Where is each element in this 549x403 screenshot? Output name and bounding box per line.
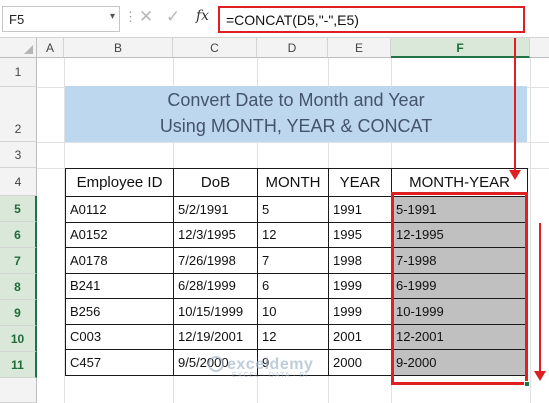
column-header-e[interactable]: E (328, 38, 391, 58)
row-header-10[interactable]: 10 (0, 326, 37, 352)
formula-text: =CONCAT(D5,"-",E5) (226, 12, 359, 28)
cell-year[interactable]: 1998 (328, 247, 392, 274)
column-header-d[interactable]: D (257, 38, 328, 58)
insert-function-button[interactable]: fx (196, 8, 209, 24)
gridline (37, 142, 549, 143)
watermark-name: exceldemy (227, 356, 314, 373)
cell-year[interactable]: 2001 (328, 323, 392, 350)
cell-year[interactable]: 1995 (328, 221, 392, 248)
cell-dob[interactable]: 12/3/1995 (173, 221, 258, 248)
cell-year[interactable]: 2000 (328, 349, 392, 376)
header-year[interactable]: YEAR (328, 168, 392, 197)
header-dob[interactable]: DoB (173, 168, 258, 197)
cell-employee-id[interactable]: B256 (65, 298, 174, 325)
cell-month[interactable]: 5 (257, 196, 329, 223)
arrow-down-line (514, 38, 516, 170)
cell-dob[interactable]: 6/28/1999 (173, 272, 258, 299)
enter-icon[interactable]: ✓ (166, 7, 180, 27)
cell-month[interactable]: 12 (257, 221, 329, 248)
column-header-g[interactable] (530, 38, 549, 58)
gridline (530, 58, 531, 403)
fill-handle[interactable] (524, 381, 530, 387)
row-header-9[interactable]: 9 (0, 300, 37, 326)
selection-outline (391, 192, 528, 385)
cell-employee-id[interactable]: C003 (65, 323, 174, 350)
cell-employee-id[interactable]: A0112 (65, 196, 174, 223)
row-header-4[interactable]: 4 (0, 168, 37, 196)
drag-handle-icon[interactable]: ⋮ (124, 9, 137, 25)
exceldemy-watermark: exceldemy EXCEL · DATA · BI (208, 356, 313, 379)
cell-employee-id[interactable]: B241 (65, 272, 174, 299)
cell-month[interactable]: 6 (257, 272, 329, 299)
cell-year[interactable]: 1991 (328, 196, 392, 223)
arrow-right-side-line (539, 223, 541, 371)
formula-bar: F5 ▾ ⋮ ✕ ✓ fx =CONCAT(D5,"-",E5) (0, 0, 549, 38)
select-all-icon (24, 45, 33, 54)
cell-employee-id[interactable]: A0152 (65, 221, 174, 248)
banner-title-line-1: Convert Date to Month and Year (167, 90, 425, 110)
row-header-12[interactable] (0, 378, 37, 403)
row-header-2[interactable]: 2 (0, 87, 37, 142)
cell-dob[interactable]: 5/2/1991 (173, 196, 258, 223)
header-month[interactable]: MONTH (257, 168, 329, 197)
cell-month[interactable]: 10 (257, 298, 329, 325)
cell-dob[interactable]: 12/19/2001 (173, 323, 258, 350)
cell-year[interactable]: 1999 (328, 298, 392, 325)
row-header-7[interactable]: 7 (0, 248, 37, 274)
row-header-1[interactable]: 1 (0, 58, 37, 87)
cancel-icon[interactable]: ✕ (139, 7, 153, 27)
select-all-button[interactable] (0, 38, 37, 58)
watermark-tagline: EXCEL · DATA · BI (232, 372, 308, 379)
cell-year[interactable]: 1999 (328, 272, 392, 299)
formula-input[interactable]: =CONCAT(D5,"-",E5) (218, 6, 525, 33)
title-banner[interactable]: Convert Date to Month and Year Using MON… (65, 86, 527, 142)
cell-employee-id[interactable]: A0178 (65, 247, 174, 274)
header-employee-id[interactable]: Employee ID (65, 168, 174, 197)
arrow-down-icon (534, 371, 546, 381)
chevron-down-icon[interactable]: ▾ (110, 11, 115, 22)
banner-title-line-2: Using MONTH, YEAR & CONCAT (159, 116, 433, 136)
name-box-value: F5 (9, 12, 25, 27)
row-header-11[interactable]: 11 (0, 352, 37, 378)
cell-month[interactable]: 7 (257, 247, 329, 274)
column-header-f[interactable]: F (391, 38, 530, 58)
cell-employee-id[interactable]: C457 (65, 349, 174, 376)
cell-dob[interactable]: 10/15/1999 (173, 298, 258, 325)
row-header-3[interactable]: 3 (0, 142, 37, 168)
cell-month[interactable]: 12 (257, 323, 329, 350)
row-header-8[interactable]: 8 (0, 274, 37, 300)
column-header-a[interactable]: A (37, 38, 64, 58)
arrow-down-icon (509, 170, 521, 180)
name-box[interactable]: F5 ▾ (2, 6, 120, 32)
row-header-6[interactable]: 6 (0, 222, 37, 248)
row-header-5[interactable]: 5 (0, 196, 37, 222)
cell-dob[interactable]: 7/26/1998 (173, 247, 258, 274)
column-header-c[interactable]: C (173, 38, 257, 58)
column-header-b[interactable]: B (64, 38, 173, 58)
exceldemy-logo-icon (208, 356, 224, 372)
